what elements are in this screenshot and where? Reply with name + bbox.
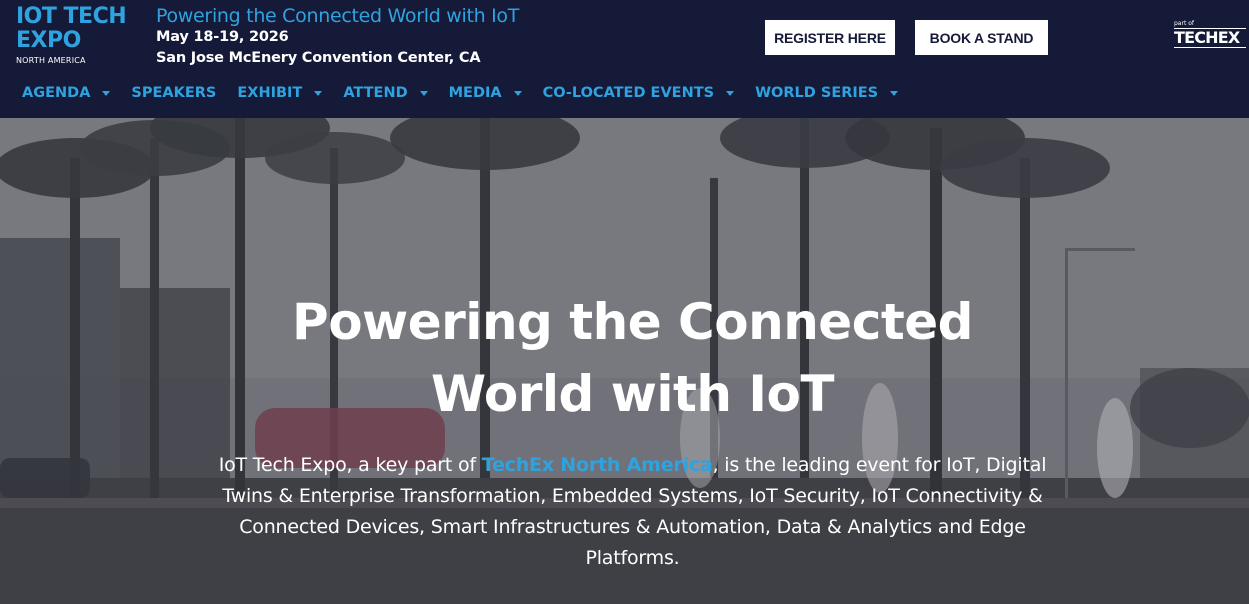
site-header: IOT TECH EXPO NORTH AMERICA Powering the… (0, 0, 1249, 118)
techex-part-of: part of (1174, 20, 1194, 27)
nav-label: AGENDA (22, 85, 91, 101)
nav-label: SPEAKERS (131, 85, 217, 101)
caret-down-icon (513, 90, 522, 96)
nav-label: CO-LOCATED EVENTS (542, 85, 715, 101)
nav-item-agenda[interactable]: AGENDA (22, 85, 111, 101)
nav-item-co-located-events[interactable]: CO-LOCATED EVENTS (542, 85, 735, 101)
event-tagline: Powering the Connected World with IoT (156, 5, 520, 27)
register-here-button[interactable]: REGISTER HERE (765, 20, 895, 55)
logo-line-2: EXPO (16, 28, 81, 53)
nav-item-world-series[interactable]: WORLD SERIES (755, 85, 899, 101)
caret-down-icon (314, 90, 323, 96)
logo-subtitle: NORTH AMERICA (16, 56, 86, 65)
nav-label: WORLD SERIES (755, 85, 879, 101)
techex-brand: TECHEX (1174, 28, 1246, 48)
event-date: May 18-19, 2026 (156, 29, 289, 45)
hero-title: Powering the Connected World with IoT (200, 286, 1065, 430)
event-venue: San Jose McEnery Convention Center, CA (156, 50, 481, 66)
nav-label: MEDIA (448, 85, 502, 101)
caret-down-icon (890, 90, 899, 96)
logo-line-1: IOT TECH (16, 4, 127, 29)
nav-item-exhibit[interactable]: EXHIBIT (237, 85, 323, 101)
caret-down-icon (419, 90, 428, 96)
nav-label: EXHIBIT (237, 85, 303, 101)
hero-title-line-1: Powering the Connected (292, 293, 973, 351)
nav-item-media[interactable]: MEDIA (449, 85, 522, 101)
event-info: Powering the Connected World with IoT Ma… (156, 5, 519, 69)
site-logo[interactable]: IOT TECH EXPO NORTH AMERICA (16, 5, 140, 71)
nav-label: ATTEND (343, 85, 408, 101)
hero-section: Powering the Connected World with IoT Io… (0, 118, 1249, 604)
techex-logo[interactable]: part of TECHEX (1174, 20, 1246, 54)
caret-down-icon (102, 90, 111, 96)
hero-desc-prefix: IoT Tech Expo, a key part of (218, 454, 482, 476)
book-a-stand-button[interactable]: BOOK A STAND (915, 20, 1048, 55)
caret-down-icon (726, 90, 735, 96)
techex-north-america-link[interactable]: TechEx North America (482, 454, 713, 476)
nav-item-attend[interactable]: ATTEND (343, 85, 428, 101)
hero-description: IoT Tech Expo, a key part of TechEx Nort… (210, 450, 1055, 574)
nav-item-speakers[interactable]: SPEAKERS (131, 85, 216, 101)
main-nav: AGENDA SPEAKERS EXHIBIT ATTEND MEDIA CO-… (22, 82, 919, 104)
hero-title-line-2: World with IoT (430, 365, 835, 423)
